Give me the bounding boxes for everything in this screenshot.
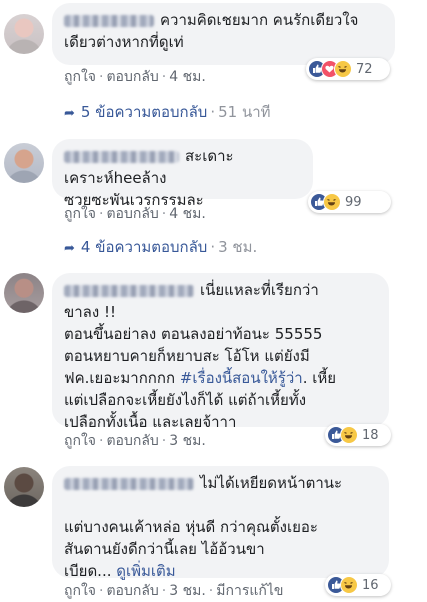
replies-time: 3 ชม.: [218, 238, 258, 256]
author-name-blurred[interactable]: [64, 14, 154, 27]
separator: ·: [99, 583, 104, 599]
avatar[interactable]: [4, 273, 44, 313]
separator: ·: [208, 583, 214, 599]
reaction-count: 72: [356, 61, 373, 77]
haha-icon: [340, 426, 358, 444]
comment-bubble: ความคิดเชยมาก คนรักเดียวใจ เดียวต่างหากท…: [52, 3, 395, 65]
reaction-summary[interactable]: 99: [308, 191, 391, 213]
like-link[interactable]: ถูกใจ: [64, 206, 96, 222]
haha-icon: [340, 576, 358, 594]
avatar[interactable]: [4, 143, 44, 183]
reaction-count: 99: [345, 194, 362, 210]
comment-actions: ถูกใจ · ตอบกลับ · 3 ชม. · มีการแก้ไข: [64, 580, 283, 602]
view-replies[interactable]: ➦ 5 ข้อความตอบกลับ · 51 นาที: [64, 100, 271, 124]
separator: ·: [210, 238, 216, 256]
like-link[interactable]: ถูกใจ: [64, 583, 96, 599]
reaction-summary[interactable]: 72: [306, 58, 390, 80]
comment-actions: ถูกใจ · ตอบกลับ · 3 ชม.: [64, 430, 206, 452]
replies-count-link[interactable]: 4 ข้อความตอบกลับ: [81, 238, 207, 256]
author-name-blurred[interactable]: [64, 284, 194, 297]
reply-arrow-icon: ➦: [64, 106, 75, 121]
comment-bubble: เนี่ยแหละที่เรียกว่า ขาลง !! ตอนขึ้นอย่า…: [52, 273, 389, 431]
reply-arrow-icon: ➦: [64, 241, 75, 256]
like-link[interactable]: ถูกใจ: [64, 433, 96, 449]
reaction-count: 16: [362, 577, 379, 593]
avatar[interactable]: [4, 467, 44, 507]
reply-link[interactable]: ตอบกลับ: [106, 433, 158, 449]
replies-time: 51 นาที: [218, 103, 271, 121]
comment-bubble: สะเดาะเคราะห์heeล้าง ซวยซะพันเวรกรรมละ: [52, 139, 313, 209]
comment-time[interactable]: 3 ชม.: [169, 583, 206, 599]
comment-bubble: ไม่ได้เหยียดหน้าตานะ แต่บางคนเค้าหล่อ หุ…: [52, 466, 389, 580]
separator: ·: [161, 583, 167, 599]
comment-time[interactable]: 4 ชม.: [169, 69, 206, 85]
reaction-count: 18: [362, 427, 379, 443]
reaction-summary[interactable]: 16: [325, 574, 391, 596]
reply-link[interactable]: ตอบกลับ: [106, 69, 158, 85]
reaction-summary[interactable]: 18: [325, 424, 391, 446]
reply-link[interactable]: ตอบกลับ: [106, 206, 158, 222]
separator: ·: [161, 433, 167, 449]
reply-link[interactable]: ตอบกลับ: [106, 583, 158, 599]
separator: ·: [99, 206, 104, 222]
avatar[interactable]: [4, 14, 44, 54]
separator: ·: [210, 103, 216, 121]
separator: ·: [161, 69, 167, 85]
separator: ·: [161, 206, 167, 222]
view-replies[interactable]: ➦ 4 ข้อความตอบกลับ · 3 ชม.: [64, 235, 257, 259]
see-more-link[interactable]: ดูเพิ่มเติม: [116, 562, 175, 580]
comment-time[interactable]: 4 ชม.: [169, 206, 206, 222]
comment-actions: ถูกใจ · ตอบกลับ · 4 ชม.: [64, 203, 206, 225]
comment-time[interactable]: 3 ชม.: [169, 433, 206, 449]
edited-label[interactable]: มีการแก้ไข: [216, 583, 283, 599]
like-link[interactable]: ถูกใจ: [64, 69, 96, 85]
separator: ·: [99, 69, 104, 85]
comment-actions: ถูกใจ · ตอบกลับ · 4 ชม.: [64, 66, 206, 88]
separator: ·: [99, 433, 104, 449]
replies-count-link[interactable]: 5 ข้อความตอบกลับ: [81, 103, 207, 121]
hashtag-link[interactable]: #เรื่องนี้สอนให้รู้ว่า: [180, 369, 303, 387]
author-name-blurred[interactable]: [64, 150, 179, 163]
author-name-blurred[interactable]: [64, 477, 194, 490]
haha-icon: [323, 193, 341, 211]
comment-text: ไม่ได้เหยียดหน้าตานะ แต่บางคนเค้าหล่อ หุ…: [64, 474, 343, 580]
haha-icon: [334, 60, 352, 78]
